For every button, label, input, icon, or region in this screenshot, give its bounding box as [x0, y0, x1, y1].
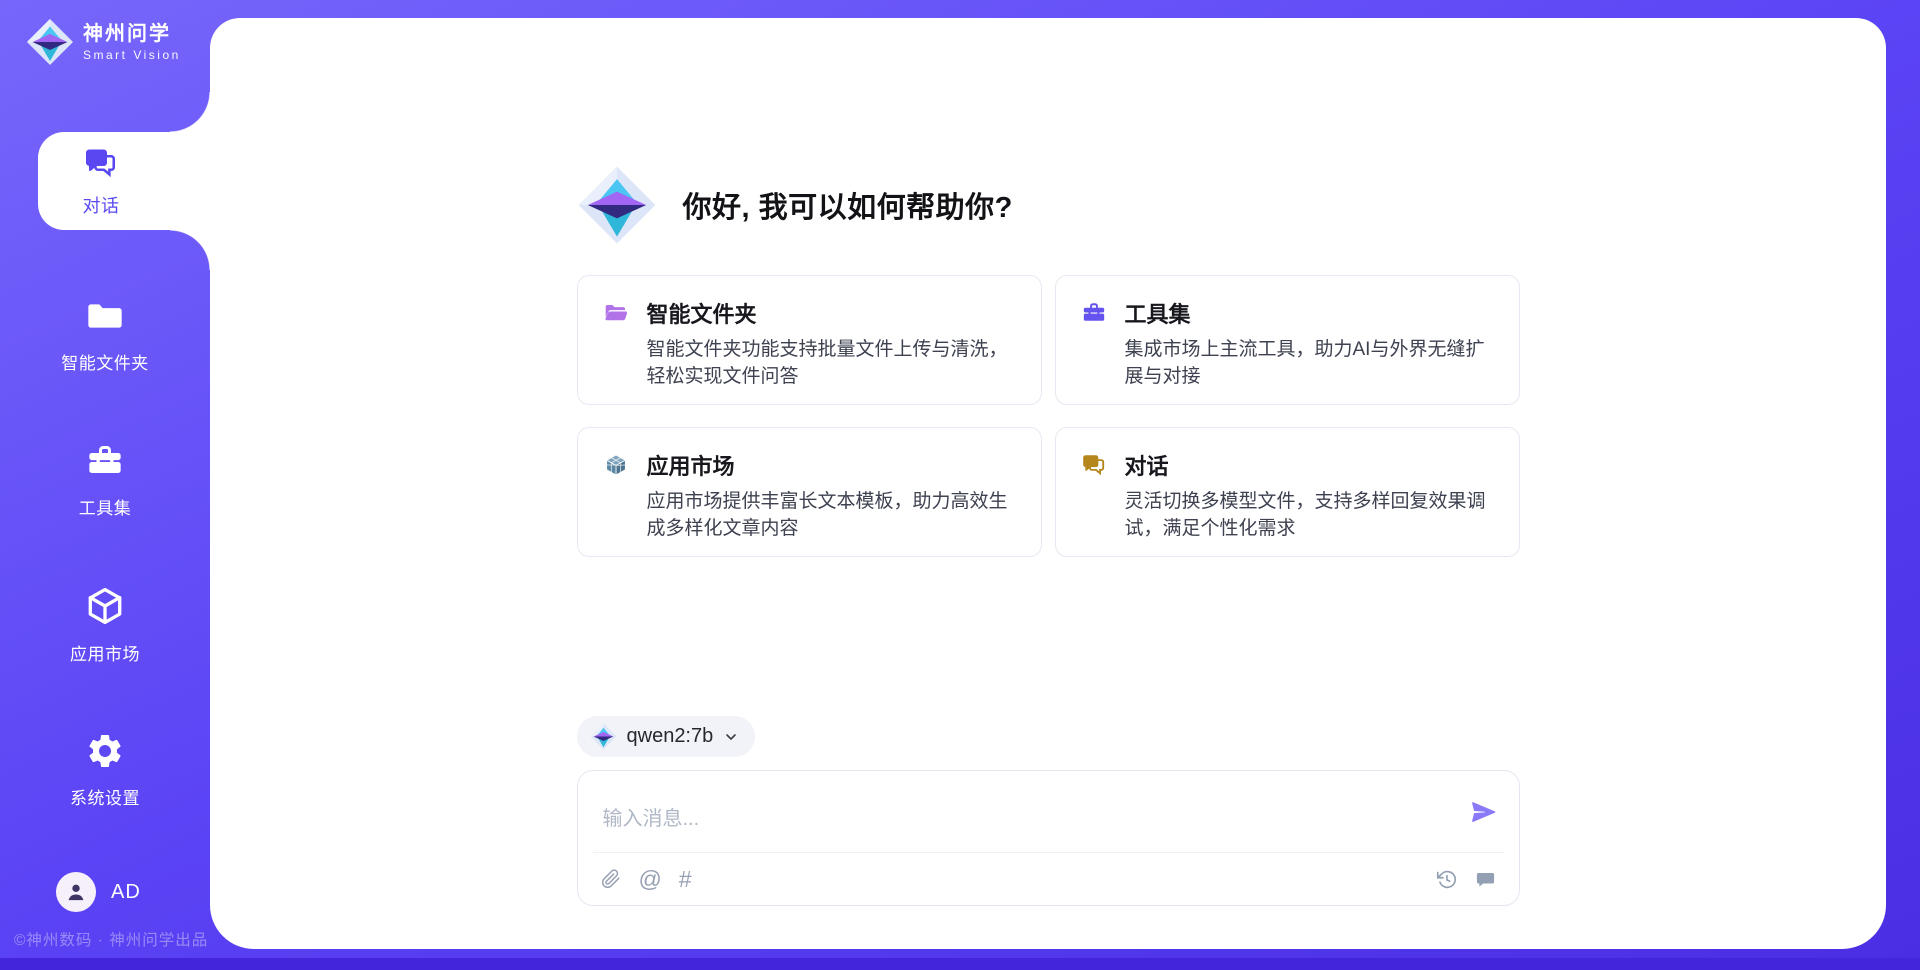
- card-title: 对话: [1125, 449, 1169, 481]
- chat-icon: [83, 145, 119, 186]
- chat-icon: [1081, 452, 1107, 478]
- card-description: 灵活切换多模型文件，支持多样回复效果调试，满足个性化需求: [1125, 488, 1494, 542]
- card-chat[interactable]: 对话 灵活切换多模型文件，支持多样回复效果调试，满足个性化需求: [1055, 427, 1520, 557]
- main-panel: 你好, 我可以如何帮助你? 智能文件夹 智能文件夹功能支持批量文件上传与清洗，轻…: [210, 18, 1886, 949]
- card-description: 智能文件夹功能支持批量文件上传与清洗，轻松实现文件问答: [647, 336, 1016, 390]
- card-smart-folder[interactable]: 智能文件夹 智能文件夹功能支持批量文件上传与清洗，轻松实现文件问答: [577, 275, 1042, 405]
- message-bubble-icon[interactable]: [1475, 868, 1497, 890]
- sidebar-item-label: 工具集: [79, 494, 132, 519]
- history-icon[interactable]: [1436, 868, 1458, 890]
- toolbox-icon: [1081, 300, 1107, 326]
- mention-icon[interactable]: @: [639, 868, 662, 890]
- sidebar-item-settings[interactable]: 系统设置: [0, 731, 210, 809]
- sidebar-item-label: 智能文件夹: [61, 349, 149, 374]
- card-toolset[interactable]: 工具集 集成市场上主流工具，助力AI与外界无缝扩展与对接: [1055, 275, 1520, 405]
- user-initials: AD: [111, 881, 141, 904]
- brand-name: 神州问学: [83, 22, 181, 46]
- message-input[interactable]: [601, 784, 1455, 840]
- sidebar-item-label: 系统设置: [70, 784, 140, 809]
- card-app-market[interactable]: 应用市场 应用市场提供丰富长文本模板，助力高效生成多样化文章内容: [577, 427, 1042, 557]
- bottom-strip: [0, 958, 1920, 970]
- card-title: 智能文件夹: [647, 297, 757, 329]
- cube-icon: [84, 585, 126, 632]
- greeting-logo-icon: [577, 165, 657, 245]
- hashtag-icon[interactable]: #: [679, 868, 692, 890]
- sidebar-item-chat[interactable]: 对话: [38, 132, 210, 230]
- model-logo-icon: [590, 723, 617, 750]
- model-name: qwen2:7b: [627, 725, 714, 748]
- feature-cards: 智能文件夹 智能文件夹功能支持批量文件上传与清洗，轻松实现文件问答 工具: [577, 275, 1520, 557]
- app-root: 神州问学 Smart Vision 对话 智能文件夹: [0, 0, 1920, 970]
- brand-subtitle: Smart Vision: [83, 48, 181, 62]
- copyright-text: ©神州数码 · 神州问学出品: [14, 928, 208, 950]
- gear-icon: [85, 731, 125, 776]
- sidebar-item-smart-folder[interactable]: 智能文件夹: [0, 296, 210, 374]
- attachment-icon[interactable]: [600, 868, 622, 890]
- card-description: 集成市场上主流工具，助力AI与外界无缝扩展与对接: [1125, 336, 1494, 390]
- send-icon[interactable]: [1469, 797, 1499, 827]
- card-title: 工具集: [1125, 297, 1191, 329]
- sidebar-item-label: 对话: [83, 192, 120, 218]
- brand: 神州问学 Smart Vision: [26, 18, 181, 66]
- message-composer: @ #: [577, 770, 1520, 906]
- user-account[interactable]: AD: [56, 872, 141, 912]
- sidebar-item-toolset[interactable]: 工具集: [0, 441, 210, 519]
- brand-logo-icon: [26, 18, 74, 66]
- greeting: 你好, 我可以如何帮助你?: [577, 165, 1520, 245]
- card-title: 应用市场: [647, 449, 735, 481]
- greeting-title: 你好, 我可以如何帮助你?: [683, 184, 1013, 226]
- sidebar-item-app-market[interactable]: 应用市场: [0, 586, 210, 664]
- sidebar: 神州问学 Smart Vision 对话 智能文件夹: [0, 0, 210, 970]
- avatar: [56, 872, 96, 912]
- chevron-down-icon: [723, 729, 739, 745]
- card-description: 应用市场提供丰富长文本模板，助力高效生成多样化文章内容: [647, 488, 1016, 542]
- folder-open-icon: [603, 300, 629, 326]
- sidebar-item-label: 应用市场: [70, 640, 140, 665]
- folder-icon: [85, 296, 125, 341]
- grid-cube-icon: [603, 452, 629, 478]
- model-selector[interactable]: qwen2:7b: [577, 716, 756, 757]
- toolbox-icon: [85, 441, 125, 486]
